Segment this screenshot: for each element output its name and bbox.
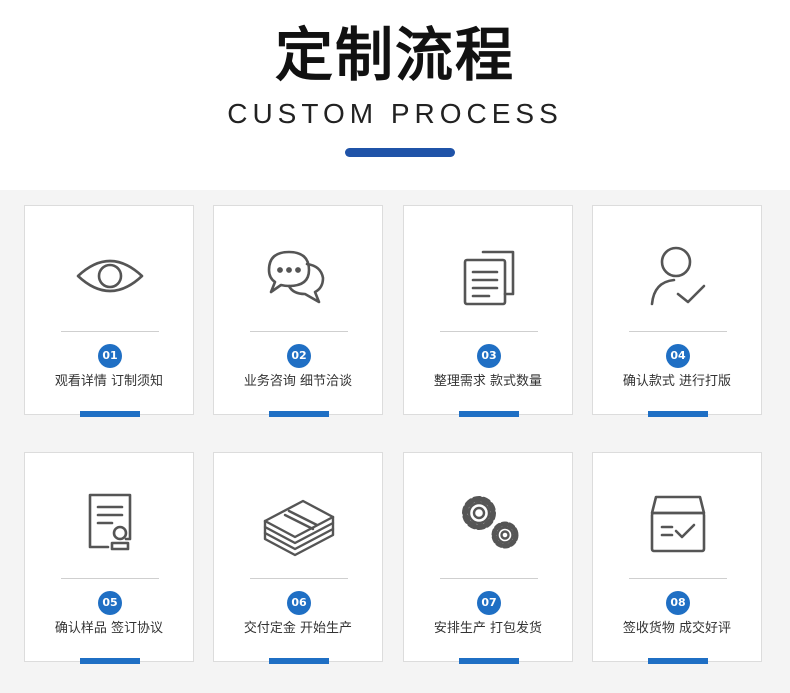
step-number-badge: 04: [666, 344, 690, 368]
step-card-04: 04 确认款式 进行打版: [592, 205, 762, 417]
user-check-icon: [638, 240, 718, 310]
card-accent-bar: [80, 658, 140, 664]
card-divider: [61, 331, 159, 332]
step-number-badge: 01: [98, 344, 122, 368]
certificate-icon: [70, 487, 150, 557]
card-accent-bar: [269, 658, 329, 664]
step-label: 确认样品 签订协议: [54, 621, 164, 636]
chat-bubbles-icon: [259, 240, 339, 310]
box-check-icon: [638, 487, 718, 557]
step-number-badge: 06: [287, 591, 311, 615]
step-number-badge: 08: [666, 591, 690, 615]
eye-icon: [70, 240, 150, 310]
step-card-01: 01 观看详情 订制须知: [24, 205, 194, 417]
card-accent-bar: [80, 411, 140, 417]
card-divider: [61, 578, 159, 579]
step-card-07: 07 安排生产 打包发货: [403, 452, 573, 664]
card-divider: [440, 578, 538, 579]
card-divider: [629, 578, 727, 579]
step-number-badge: 07: [477, 591, 501, 615]
card-accent-bar: [459, 658, 519, 664]
page-subtitle: CUSTOM PROCESS: [227, 98, 563, 129]
step-label: 业务咨询 细节洽谈: [243, 374, 353, 389]
card-accent-bar: [648, 658, 708, 664]
step-label: 确认款式 进行打版: [622, 374, 732, 389]
card-divider: [629, 331, 727, 332]
page-title: 定制流程: [274, 21, 515, 89]
step-label: 交付定金 开始生产: [243, 621, 353, 636]
documents-icon: [449, 240, 529, 310]
card-accent-bar: [459, 411, 519, 417]
card-divider: [250, 578, 348, 579]
step-card-02: 02 业务咨询 细节洽谈: [213, 205, 383, 417]
step-card-06: 06 交付定金 开始生产: [213, 452, 383, 664]
step-label: 签收货物 成交好评: [622, 621, 732, 636]
step-label: 整理需求 款式数量: [433, 374, 543, 389]
step-card-08: 08 签收货物 成交好评: [592, 452, 762, 664]
gears-icon: [449, 487, 529, 557]
step-label: 观看详情 订制须知: [54, 374, 164, 389]
card-accent-bar: [269, 411, 329, 417]
step-number-badge: 02: [287, 344, 311, 368]
card-divider: [250, 331, 348, 332]
card-divider: [440, 331, 538, 332]
step-number-badge: 05: [98, 591, 122, 615]
step-card-03: 03 整理需求 款式数量: [403, 205, 573, 417]
step-card-05: 05 确认样品 签订协议: [24, 452, 194, 664]
header: 定制流程 CUSTOM PROCESS: [0, 0, 790, 190]
step-number-badge: 03: [477, 344, 501, 368]
step-label: 安排生产 打包发货: [433, 621, 543, 636]
process-panel: 01 观看详情 订制须知 02 业务咨询 细节洽谈 03 整理需求 款式数量 0…: [0, 190, 790, 693]
card-accent-bar: [648, 411, 708, 417]
title-underline: [345, 148, 455, 157]
money-stack-icon: [259, 487, 339, 557]
